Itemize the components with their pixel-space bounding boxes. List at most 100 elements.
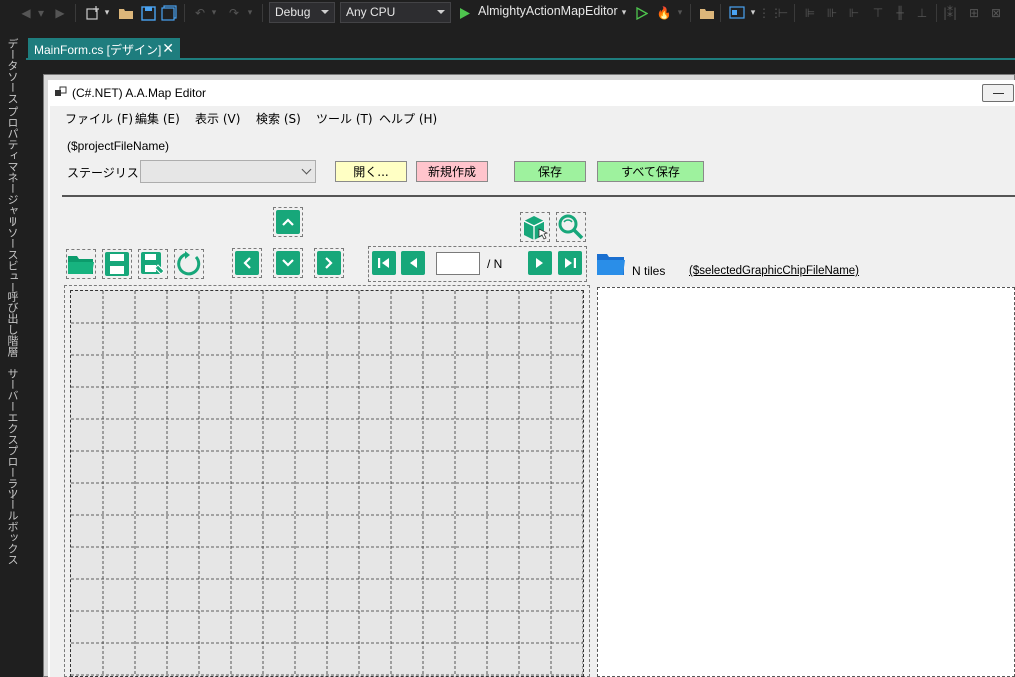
prev-page-button[interactable] <box>398 248 428 278</box>
cube-cursor-icon <box>523 216 549 240</box>
chevron-right-icon <box>317 251 341 275</box>
start-icon[interactable] <box>458 0 472 26</box>
startup-dropdown-icon[interactable]: ▾ <box>620 0 628 26</box>
project-file-name-label: ($projectFileName) <box>67 139 170 153</box>
undo-icon[interactable]: ↶ <box>192 0 208 26</box>
scroll-up-button[interactable] <box>273 207 303 237</box>
configuration-select[interactable]: Debug <box>269 2 335 23</box>
menu-tools[interactable]: ツール (T) <box>316 110 373 127</box>
side-tab-datasource[interactable]: データソース <box>4 38 20 104</box>
play-right-icon <box>528 251 552 275</box>
play-left-icon <box>401 251 425 275</box>
floppy-icon <box>105 252 129 276</box>
redo-dropdown-icon[interactable]: ▾ <box>246 0 254 26</box>
open-chip-folder-button[interactable] <box>596 249 626 279</box>
menu-view[interactable]: 表示 (V) <box>195 110 240 127</box>
scroll-left-button[interactable] <box>232 248 262 278</box>
save-all-button[interactable]: すべて保存 <box>597 161 704 182</box>
select-chip-button[interactable] <box>520 212 550 242</box>
close-icon[interactable]: ✕ <box>162 40 174 57</box>
map-grid[interactable] <box>70 290 584 677</box>
configuration-value: Debug <box>275 5 311 19</box>
document-tab-strip: MainForm.cs [デザイン] ✕ <box>26 26 1015 60</box>
new-button[interactable]: 新規作成 <box>416 161 488 182</box>
page-total-label: / N <box>487 257 503 271</box>
align-icon[interactable]: ⊢ <box>776 0 790 26</box>
scroll-right-button[interactable] <box>314 248 344 278</box>
search-chip-button[interactable] <box>556 212 586 242</box>
page-number-input[interactable] <box>436 252 480 275</box>
side-tab-server-explorer[interactable]: サーバーエクスプローラー <box>4 368 20 500</box>
reload-button[interactable] <box>174 249 204 279</box>
browse-folder-icon[interactable] <box>698 0 716 26</box>
document-tab-label: MainForm.cs [デザイン] <box>34 43 162 57</box>
menu-search[interactable]: 検索 (S) <box>256 110 301 127</box>
stage-list-select[interactable] <box>140 160 316 183</box>
size-icon[interactable]: ⊠ <box>988 0 1004 26</box>
align-right-icon[interactable]: ⊩ <box>846 0 862 26</box>
save-icon[interactable] <box>139 0 157 26</box>
selected-chip-file-link[interactable]: ($selectedGraphicChipFileName) <box>689 265 859 277</box>
align-top-icon[interactable]: ⊤ <box>870 0 886 26</box>
new-item-dropdown-icon[interactable]: ▾ <box>103 0 111 26</box>
open-folder-icon[interactable] <box>117 0 135 26</box>
open-map-button[interactable] <box>66 249 96 279</box>
next-page-button[interactable] <box>525 248 555 278</box>
platform-value: Any CPU <box>346 5 396 19</box>
chevron-down-icon <box>301 164 312 175</box>
window-icon <box>55 86 67 96</box>
distribute-icon[interactable]: ⊞ <box>966 0 982 26</box>
save-map-button[interactable] <box>102 249 132 279</box>
first-page-button[interactable] <box>369 248 399 278</box>
save-as-icon <box>141 252 165 275</box>
side-tab-property-manager[interactable]: プロパティマネージャー <box>4 106 20 227</box>
last-page-button[interactable] <box>555 248 585 278</box>
back-dropdown-icon[interactable]: ▾ <box>36 0 46 26</box>
back-icon[interactable]: ◀ <box>18 0 34 26</box>
chevron-down-icon <box>276 251 300 275</box>
graphic-chip-panel[interactable] <box>597 287 1015 677</box>
hot-reload-icon[interactable]: 🔥 <box>656 0 672 26</box>
save-map-as-button[interactable] <box>138 249 168 279</box>
search-refresh-icon <box>558 214 584 240</box>
separator-line <box>62 195 1015 197</box>
align-middle-icon[interactable]: ╫ <box>892 0 908 26</box>
skip-last-icon <box>558 251 582 275</box>
align-left-icon[interactable]: ⊫ <box>802 0 818 26</box>
startup-project[interactable]: AlmightyActionMapEditor <box>478 4 618 18</box>
chevron-up-icon <box>276 210 300 234</box>
spacing-icon[interactable]: |⁑| <box>942 0 958 26</box>
side-tab-call-hierarchy[interactable]: 呼び出し階層 <box>4 291 20 357</box>
save-button[interactable]: 保存 <box>514 161 586 182</box>
save-all-icon[interactable] <box>160 0 178 26</box>
hot-reload-dropdown-icon[interactable]: ▾ <box>676 0 684 26</box>
new-item-icon[interactable] <box>84 0 102 26</box>
side-tab-resource-view[interactable]: リソースビュー <box>4 216 20 293</box>
layout-dropdown-icon[interactable]: ▾ <box>749 0 757 26</box>
form-title: (C#.NET) A.A.Map Editor <box>72 86 207 100</box>
chevron-left-icon <box>235 251 259 275</box>
vs-toolbar: ◀ ▾ ▶ ▾ ↶ ▾ ↷ ▾ Debug Any CPU AlmightyAc… <box>0 0 1015 26</box>
menu-file[interactable]: ファイル (F) <box>65 110 133 127</box>
stage-list-label: ステージリスト <box>67 166 151 180</box>
tool-window-bar: データソース プロパティマネージャー リソースビュー 呼び出し階層 サーバーエク… <box>0 26 26 677</box>
forward-icon[interactable]: ▶ <box>52 0 68 26</box>
side-tab-toolbox[interactable]: ツールボックス <box>4 488 20 565</box>
grid-lines <box>71 291 583 676</box>
tiles-count-label: N tiles <box>632 264 666 278</box>
layout-icon[interactable] <box>728 0 746 26</box>
document-tab[interactable]: MainForm.cs [デザイン] ✕ <box>28 38 180 59</box>
undo-dropdown-icon[interactable]: ▾ <box>210 0 218 26</box>
align-center-icon[interactable]: ⊪ <box>824 0 840 26</box>
menu-help[interactable]: ヘルプ (H) <box>379 110 437 127</box>
align-bottom-icon[interactable]: ⊥ <box>914 0 930 26</box>
platform-select[interactable]: Any CPU <box>340 2 451 23</box>
folder-blue-icon <box>597 254 625 275</box>
open-button[interactable]: 開く... <box>335 161 407 182</box>
redo-icon[interactable]: ↷ <box>226 0 242 26</box>
scroll-down-button[interactable] <box>273 248 303 278</box>
menu-edit[interactable]: 編集 (E) <box>135 110 180 127</box>
minimize-button[interactable] <box>982 84 1014 102</box>
skip-first-icon <box>372 251 396 275</box>
start-without-debug-icon[interactable] <box>634 0 650 26</box>
